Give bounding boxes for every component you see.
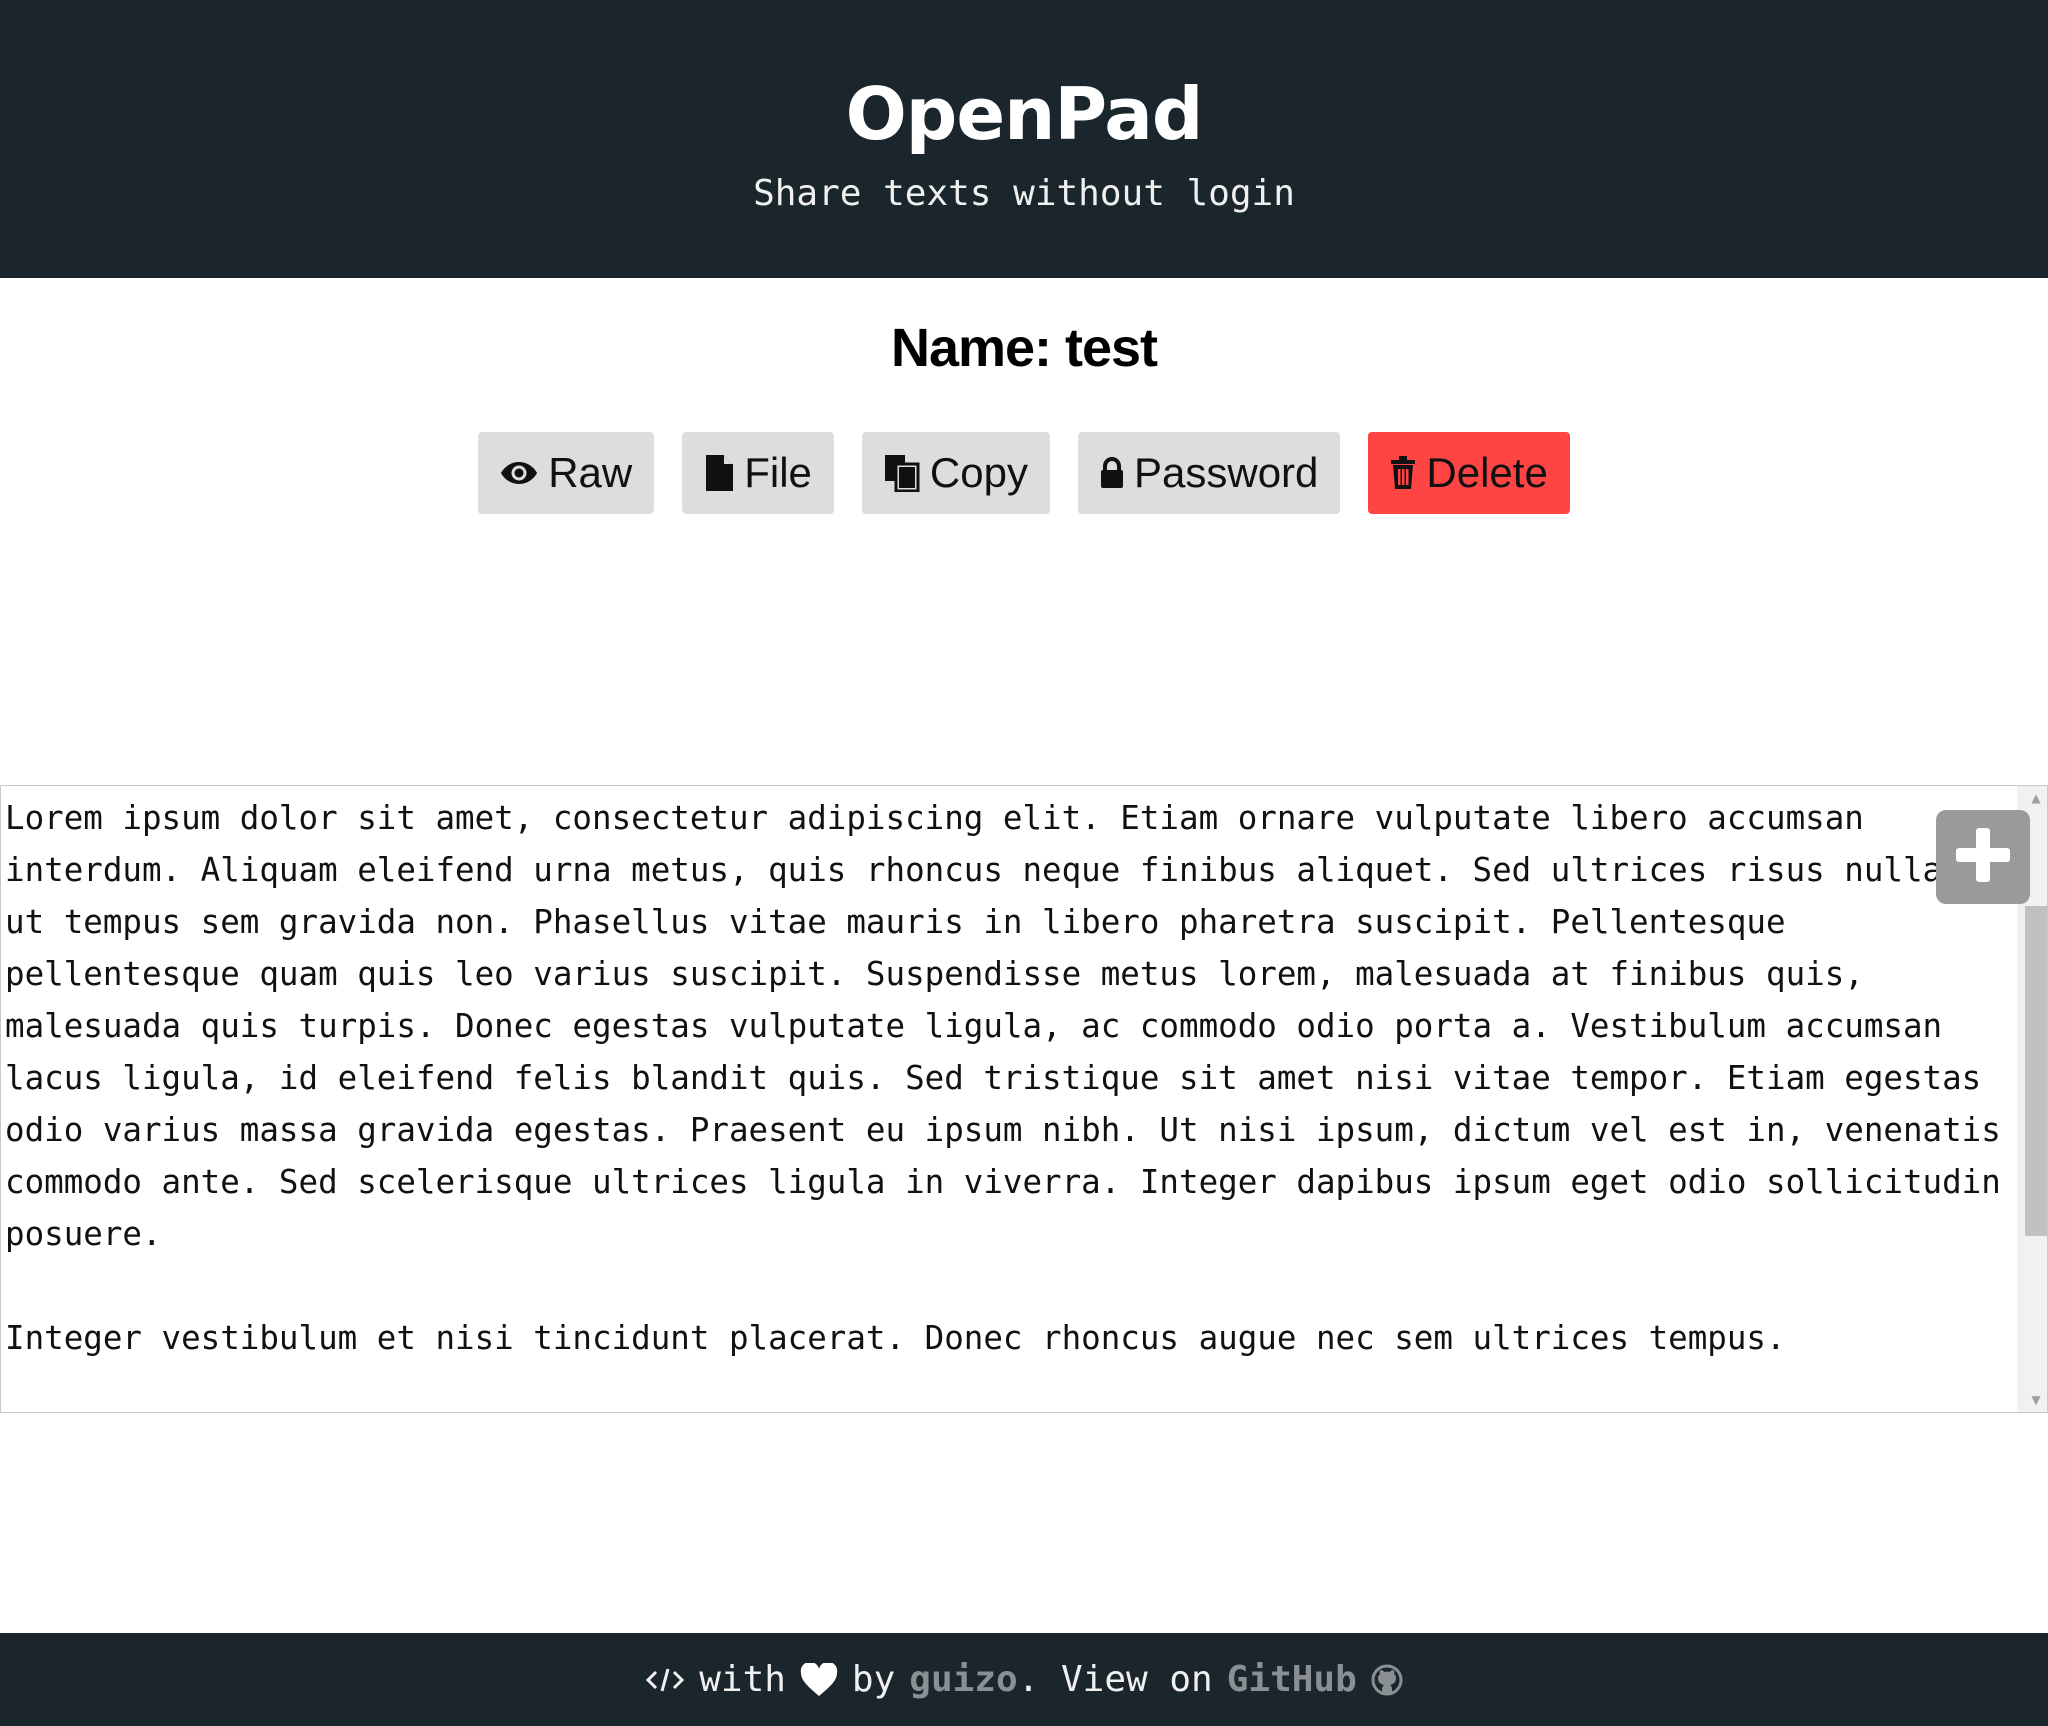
copy-button[interactable]: Copy <box>861 432 1050 514</box>
lock-icon <box>1100 457 1124 489</box>
scroll-thumb[interactable] <box>2025 906 2047 1236</box>
editor-content[interactable]: Lorem ipsum dolor sit amet, consectetur … <box>5 792 2015 1364</box>
raw-button[interactable]: Raw <box>478 432 655 514</box>
scroll-down-arrow-icon[interactable]: ▼ <box>2025 1390 2047 1410</box>
text-editor[interactable]: Lorem ipsum dolor sit amet, consectetur … <box>0 785 2048 1413</box>
delete-button[interactable]: Delete <box>1368 432 1570 514</box>
password-button[interactable]: Password <box>1077 432 1341 514</box>
app-title: OpenPad <box>845 72 1204 156</box>
github-link[interactable]: GitHub <box>1227 1659 1357 1700</box>
github-icon[interactable] <box>1371 1664 1403 1696</box>
footer-author-group: guizo . View on <box>909 1659 1212 1700</box>
app-footer: with by guizo . View on GitHub <box>0 1633 2048 1726</box>
delete-button-label: Delete <box>1426 449 1548 496</box>
app-subtitle: Share texts without login <box>753 173 1295 214</box>
heart-icon <box>800 1662 838 1697</box>
page: OpenPad Share texts without login Name: … <box>0 0 2048 1726</box>
file-button[interactable]: File <box>682 432 834 514</box>
app-header: OpenPad Share texts without login <box>0 0 2048 278</box>
pad-name-heading: Name: test <box>890 318 1158 378</box>
add-pad-button[interactable] <box>1936 810 2030 904</box>
footer-view-on-text: . View on <box>1017 1659 1213 1700</box>
trash-icon <box>1390 456 1416 490</box>
plus-icon <box>1952 824 2014 890</box>
raw-button-label: Raw <box>548 449 633 496</box>
eye-icon <box>500 459 538 487</box>
author-link[interactable]: guizo <box>909 1659 1017 1700</box>
file-icon <box>704 454 734 492</box>
footer-by-text: by <box>851 1659 896 1700</box>
toolbar: Raw File Copy Password Delete <box>0 432 2048 514</box>
code-icon <box>645 1666 685 1694</box>
file-button-label: File <box>744 449 812 496</box>
password-button-label: Password <box>1133 449 1319 496</box>
footer-with-text: with <box>699 1659 786 1700</box>
copy-icon <box>884 454 920 492</box>
copy-button-label: Copy <box>929 449 1028 496</box>
scroll-up-arrow-icon[interactable]: ▲ <box>2025 788 2047 808</box>
